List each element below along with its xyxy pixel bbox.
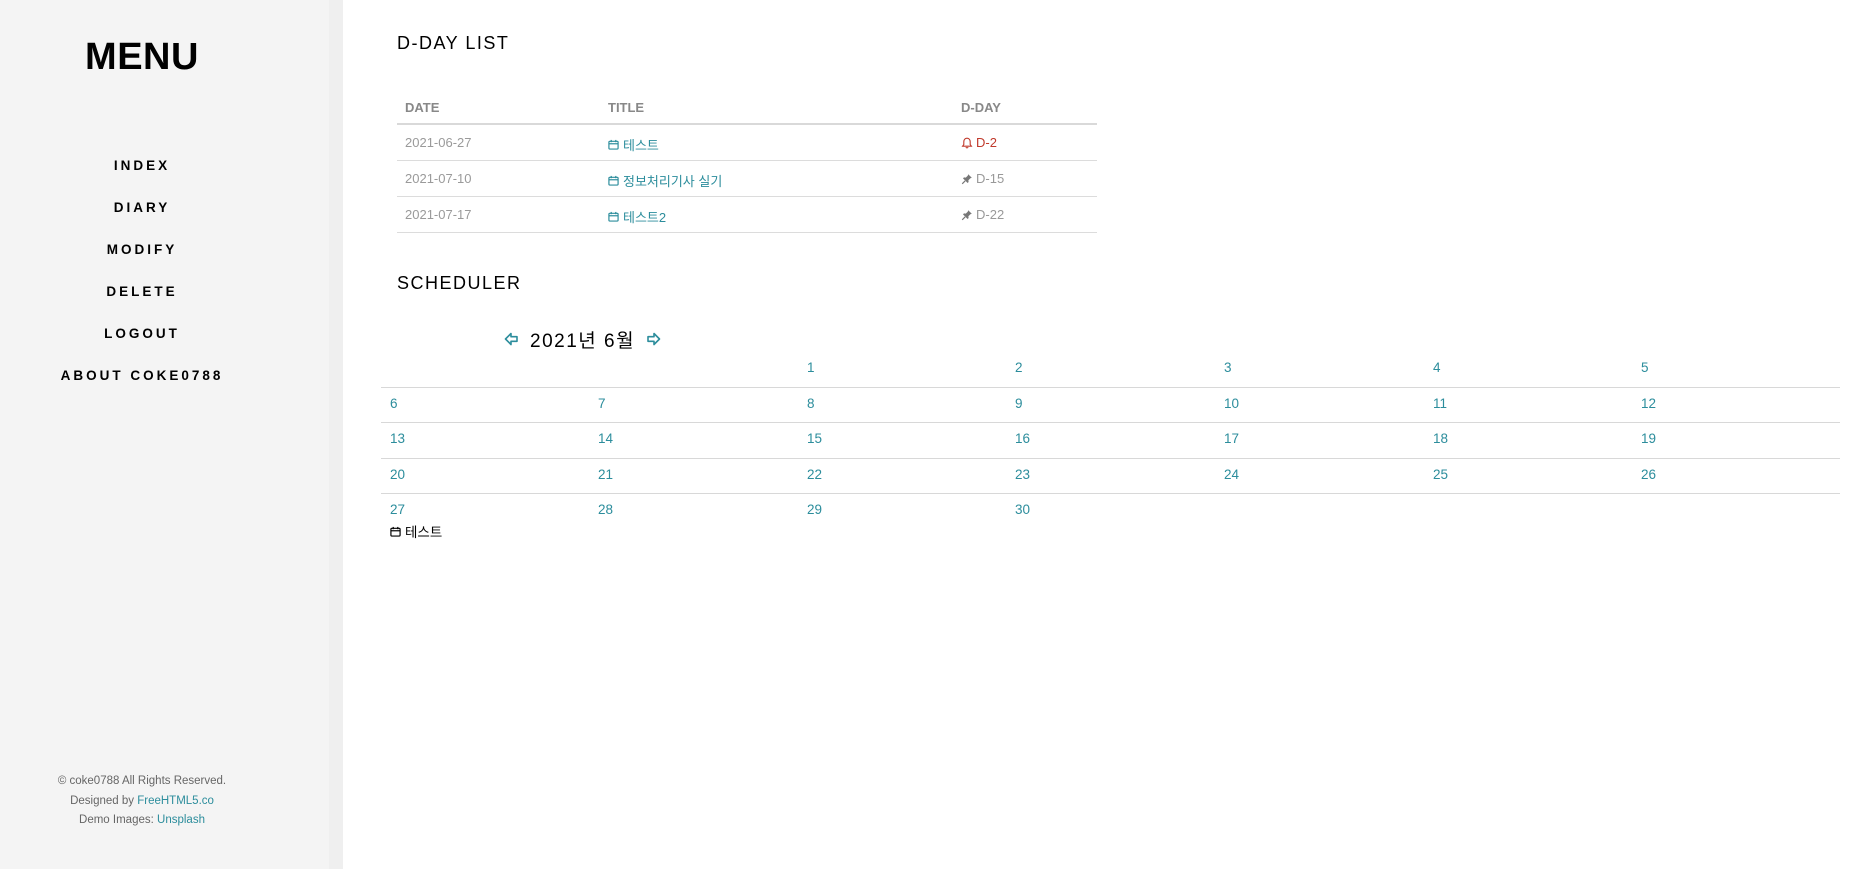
calendar-day[interactable]: 10 [1224, 396, 1239, 411]
designed-by-line: Designed by FreeHTML5.co [0, 792, 284, 812]
calendar-icon [608, 211, 619, 222]
calendar-day[interactable]: 3 [1224, 360, 1232, 375]
calendar-month-label: 2021년 6월 [530, 330, 636, 352]
table-row: 2021-06-27 테스트 D-2 [397, 125, 1097, 161]
header-date: DATE [405, 100, 440, 115]
table-row: 2021-07-17 테스트2 D-22 [397, 197, 1097, 233]
designed-by-label: Designed by [70, 794, 138, 807]
calendar-day[interactable]: 13 [390, 431, 405, 446]
row-title-text: 테스트2 [623, 210, 667, 225]
bell-icon [961, 137, 973, 148]
calendar-day[interactable]: 26 [1641, 467, 1656, 482]
row-dday: D-15 [961, 171, 1004, 186]
dday-table: DATE TITLE D-DAY 2021-06-27 테스트 D-2 2021… [397, 92, 1097, 233]
header-dday: D-DAY [961, 100, 1001, 115]
row-date: 2021-07-17 [405, 207, 472, 222]
row-dday-text: D-22 [976, 207, 1005, 222]
calendar-week: 6 7 8 9 10 11 12 [381, 388, 1840, 423]
calendar-day[interactable]: 16 [1015, 431, 1030, 446]
nav-item-about[interactable]: ABOUT COKE0788 [0, 368, 284, 383]
calendar-day[interactable]: 24 [1224, 467, 1239, 482]
calendar-week: 1 2 3 4 5 [381, 352, 1840, 388]
calendar-day[interactable]: 22 [807, 467, 822, 482]
menu-title: MENU [85, 36, 199, 78]
row-dday: D-22 [961, 207, 1004, 222]
dday-list-title: D-DAY LIST [397, 33, 510, 53]
calendar-day[interactable]: 14 [598, 431, 613, 446]
dday-table-header: DATE TITLE D-DAY [397, 92, 1097, 125]
header-title: TITLE [608, 100, 645, 115]
prev-month-arrow-icon[interactable] [502, 330, 520, 348]
next-month-arrow-icon[interactable] [645, 330, 663, 348]
table-row: 2021-07-10 정보처리기사 실기 D-15 [397, 161, 1097, 197]
calendar-day[interactable]: 25 [1433, 467, 1448, 482]
main-content: D-DAY LIST DATE TITLE D-DAY 2021-06-27 테… [343, 0, 1858, 869]
copyright-text: © coke0788 All Rights Reserved. [57, 775, 227, 787]
row-dday-text: D-2 [976, 135, 997, 150]
row-dday: D-2 [961, 135, 997, 150]
sidebar-divider [329, 0, 343, 869]
calendar-day[interactable]: 2 [1015, 360, 1023, 375]
nav-item-modify[interactable]: MODIFY [0, 242, 284, 257]
scheduler-title: SCHEDULER [397, 273, 522, 293]
row-title-link[interactable]: 테스트2 [608, 207, 666, 226]
calendar-day[interactable]: 8 [807, 396, 815, 411]
calendar-icon [390, 526, 401, 537]
calendar-day[interactable]: 12 [1641, 396, 1656, 411]
calendar-day[interactable]: 9 [1015, 396, 1023, 411]
demo-images-label: Demo Images: [79, 814, 158, 826]
calendar-day[interactable]: 7 [598, 396, 606, 411]
nav-item-delete[interactable]: DELETE [0, 284, 284, 299]
calendar-day[interactable]: 27 [390, 502, 405, 517]
calendar-day[interactable]: 6 [390, 396, 398, 411]
calendar-event[interactable]: 테스트 [390, 521, 442, 541]
pin-icon [961, 173, 972, 184]
calendar-event-label: 테스트 [405, 525, 443, 540]
nav-item-logout[interactable]: LOGOUT [0, 326, 284, 341]
demo-images-line: Demo Images: Unsplash [0, 811, 284, 831]
calendar-day[interactable]: 15 [807, 431, 822, 446]
row-title-link[interactable]: 테스트 [608, 135, 659, 154]
calendar-day[interactable]: 5 [1641, 360, 1649, 375]
calendar-week: 20 21 22 23 24 25 26 [381, 459, 1840, 494]
pin-icon [961, 209, 972, 220]
calendar-day[interactable]: 19 [1641, 431, 1656, 446]
calendar-day[interactable]: 18 [1433, 431, 1448, 446]
calendar-day[interactable]: 28 [598, 502, 613, 517]
calendar-day[interactable]: 1 [807, 360, 815, 375]
calendar-day[interactable]: 17 [1224, 431, 1239, 446]
calendar-week: 27 28 29 30 테스트 [381, 494, 1840, 540]
calendar-day[interactable]: 20 [390, 467, 405, 482]
freehtml5-link[interactable]: FreeHTML5.co [137, 795, 214, 807]
calendar-icon [608, 139, 619, 150]
calendar-day[interactable]: 30 [1015, 502, 1030, 517]
row-date: 2021-06-27 [405, 135, 472, 150]
calendar-icon [608, 175, 619, 186]
calendar-day[interactable]: 21 [598, 467, 613, 482]
calendar-week: 13 14 15 16 17 18 19 [381, 423, 1840, 459]
unsplash-link[interactable]: Unsplash [157, 814, 205, 826]
row-dday-text: D-15 [976, 171, 1005, 186]
calendar-day[interactable]: 29 [807, 502, 822, 517]
calendar-nav: 2021년 6월 [502, 325, 663, 353]
calendar-day[interactable]: 23 [1015, 467, 1030, 482]
calendar-grid: 1 2 3 4 5 6 7 8 9 10 11 12 13 14 15 16 1… [381, 352, 1840, 540]
row-date: 2021-07-10 [405, 171, 472, 186]
nav-item-diary[interactable]: DIARY [0, 200, 284, 215]
row-title-link[interactable]: 정보처리기사 실기 [608, 171, 722, 190]
row-title-text: 정보처리기사 실기 [623, 174, 723, 189]
row-title-text: 테스트 [623, 138, 659, 153]
nav-item-index[interactable]: INDEX [0, 158, 284, 173]
calendar-day[interactable]: 4 [1433, 360, 1441, 375]
sidebar-footer: © coke0788 All Rights Reserved. Designed… [0, 772, 284, 831]
calendar-day[interactable]: 11 [1433, 396, 1447, 411]
sidebar: MENU INDEX DIARY MODIFY DELETE LOGOUT AB… [0, 0, 343, 869]
